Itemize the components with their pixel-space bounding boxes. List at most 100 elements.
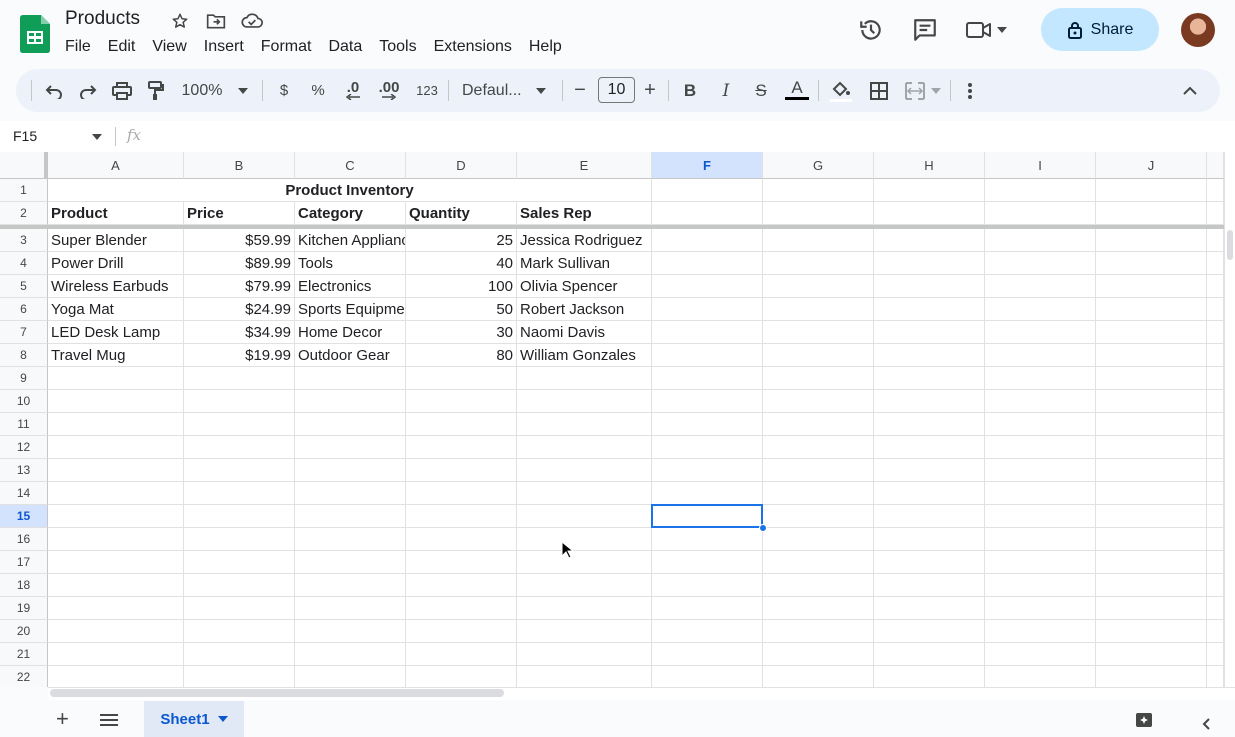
cell[interactable]: [985, 459, 1096, 482]
row-header-10[interactable]: 10: [0, 390, 48, 413]
data-cell[interactable]: Wireless Earbuds: [48, 275, 184, 298]
cell[interactable]: [874, 275, 985, 298]
menu-data[interactable]: Data: [320, 38, 371, 56]
menu-insert[interactable]: Insert: [195, 38, 252, 56]
cell[interactable]: [985, 413, 1096, 436]
cell[interactable]: [763, 505, 874, 528]
cell[interactable]: [763, 574, 874, 597]
cell[interactable]: [874, 459, 985, 482]
cell[interactable]: [517, 367, 652, 390]
data-cell[interactable]: Travel Mug: [48, 344, 184, 367]
cell[interactable]: [184, 643, 295, 666]
italic-button[interactable]: I: [716, 77, 736, 105]
row-header-17[interactable]: 17: [0, 551, 48, 574]
cell[interactable]: [1096, 597, 1207, 620]
data-cell[interactable]: Home Decor: [295, 321, 406, 344]
row-header-20[interactable]: 20: [0, 620, 48, 643]
cell[interactable]: [1096, 252, 1207, 275]
cell[interactable]: [874, 344, 985, 367]
cell[interactable]: [517, 643, 652, 666]
cell[interactable]: [874, 252, 985, 275]
cell[interactable]: [652, 275, 763, 298]
data-cell[interactable]: 30: [406, 321, 517, 344]
cell[interactable]: [295, 459, 406, 482]
header-cell[interactable]: Sales Rep: [517, 202, 652, 225]
cell[interactable]: [985, 344, 1096, 367]
font-select[interactable]: Defaul...: [462, 77, 532, 105]
column-header-f[interactable]: F: [652, 152, 763, 179]
cell[interactable]: [1207, 202, 1224, 225]
data-cell[interactable]: Outdoor Gear: [295, 344, 406, 367]
cell[interactable]: [517, 505, 652, 528]
zoom-select[interactable]: 100%: [180, 77, 224, 105]
cell[interactable]: [1096, 528, 1207, 551]
cell[interactable]: [1207, 574, 1224, 597]
print-icon[interactable]: [110, 77, 134, 105]
cell[interactable]: [517, 482, 652, 505]
cell[interactable]: [1096, 551, 1207, 574]
borders-icon[interactable]: [868, 77, 890, 105]
merge-dropdown-icon[interactable]: [930, 77, 942, 105]
data-cell[interactable]: $19.99: [184, 344, 295, 367]
cell[interactable]: [184, 666, 295, 687]
cell[interactable]: [517, 413, 652, 436]
cell[interactable]: [985, 482, 1096, 505]
cell[interactable]: [184, 459, 295, 482]
cell[interactable]: [48, 482, 184, 505]
cell[interactable]: [406, 551, 517, 574]
sheet-tab-sheet1[interactable]: Sheet1: [144, 701, 244, 737]
spreadsheet-grid[interactable]: A B C D E F G H I J 1 2 3 4 5 6 7 8 9 10 11 12 13 14 15 16 17 18 19 2…: [0, 152, 1224, 687]
cell[interactable]: [763, 179, 874, 202]
cell[interactable]: [874, 321, 985, 344]
cell[interactable]: [406, 413, 517, 436]
cell[interactable]: [1096, 202, 1207, 225]
row-header-12[interactable]: 12: [0, 436, 48, 459]
cell[interactable]: [874, 229, 985, 252]
cell[interactable]: [48, 390, 184, 413]
cell[interactable]: [985, 367, 1096, 390]
strikethrough-button[interactable]: S: [750, 77, 772, 105]
cell[interactable]: [874, 436, 985, 459]
document-title[interactable]: Products: [65, 8, 140, 30]
cell[interactable]: [48, 551, 184, 574]
cell[interactable]: [517, 459, 652, 482]
header-cell[interactable]: Price: [184, 202, 295, 225]
cell[interactable]: [48, 666, 184, 687]
cell[interactable]: [1207, 298, 1224, 321]
cell[interactable]: [295, 413, 406, 436]
cell[interactable]: [295, 436, 406, 459]
cell[interactable]: [48, 505, 184, 528]
column-header-b[interactable]: B: [184, 152, 295, 179]
cell[interactable]: [652, 436, 763, 459]
cell[interactable]: [763, 459, 874, 482]
cell[interactable]: [652, 413, 763, 436]
header-cell[interactable]: Category: [295, 202, 406, 225]
cell[interactable]: [1207, 528, 1224, 551]
cell[interactable]: [652, 367, 763, 390]
data-cell[interactable]: Tools: [295, 252, 406, 275]
data-cell[interactable]: Robert Jackson: [517, 298, 652, 321]
cell[interactable]: [763, 528, 874, 551]
menu-edit[interactable]: Edit: [99, 38, 144, 56]
cell[interactable]: [763, 275, 874, 298]
row-header-19[interactable]: 19: [0, 597, 48, 620]
zoom-dropdown-icon[interactable]: [236, 77, 250, 105]
data-cell[interactable]: LED Desk Lamp: [48, 321, 184, 344]
cell[interactable]: [1096, 390, 1207, 413]
cell[interactable]: [763, 367, 874, 390]
data-cell[interactable]: 50: [406, 298, 517, 321]
increase-decimal-button[interactable]: .00: [376, 77, 402, 105]
data-cell[interactable]: 40: [406, 252, 517, 275]
cell[interactable]: [874, 551, 985, 574]
cell[interactable]: [406, 390, 517, 413]
cell[interactable]: [295, 620, 406, 643]
version-history-icon[interactable]: [855, 14, 887, 46]
cell[interactable]: [763, 229, 874, 252]
cell[interactable]: [763, 643, 874, 666]
decrease-font-size-button[interactable]: −: [572, 77, 588, 105]
cell[interactable]: [652, 643, 763, 666]
cell[interactable]: [1096, 179, 1207, 202]
cell[interactable]: [763, 620, 874, 643]
cell[interactable]: [1096, 344, 1207, 367]
cell[interactable]: [184, 367, 295, 390]
